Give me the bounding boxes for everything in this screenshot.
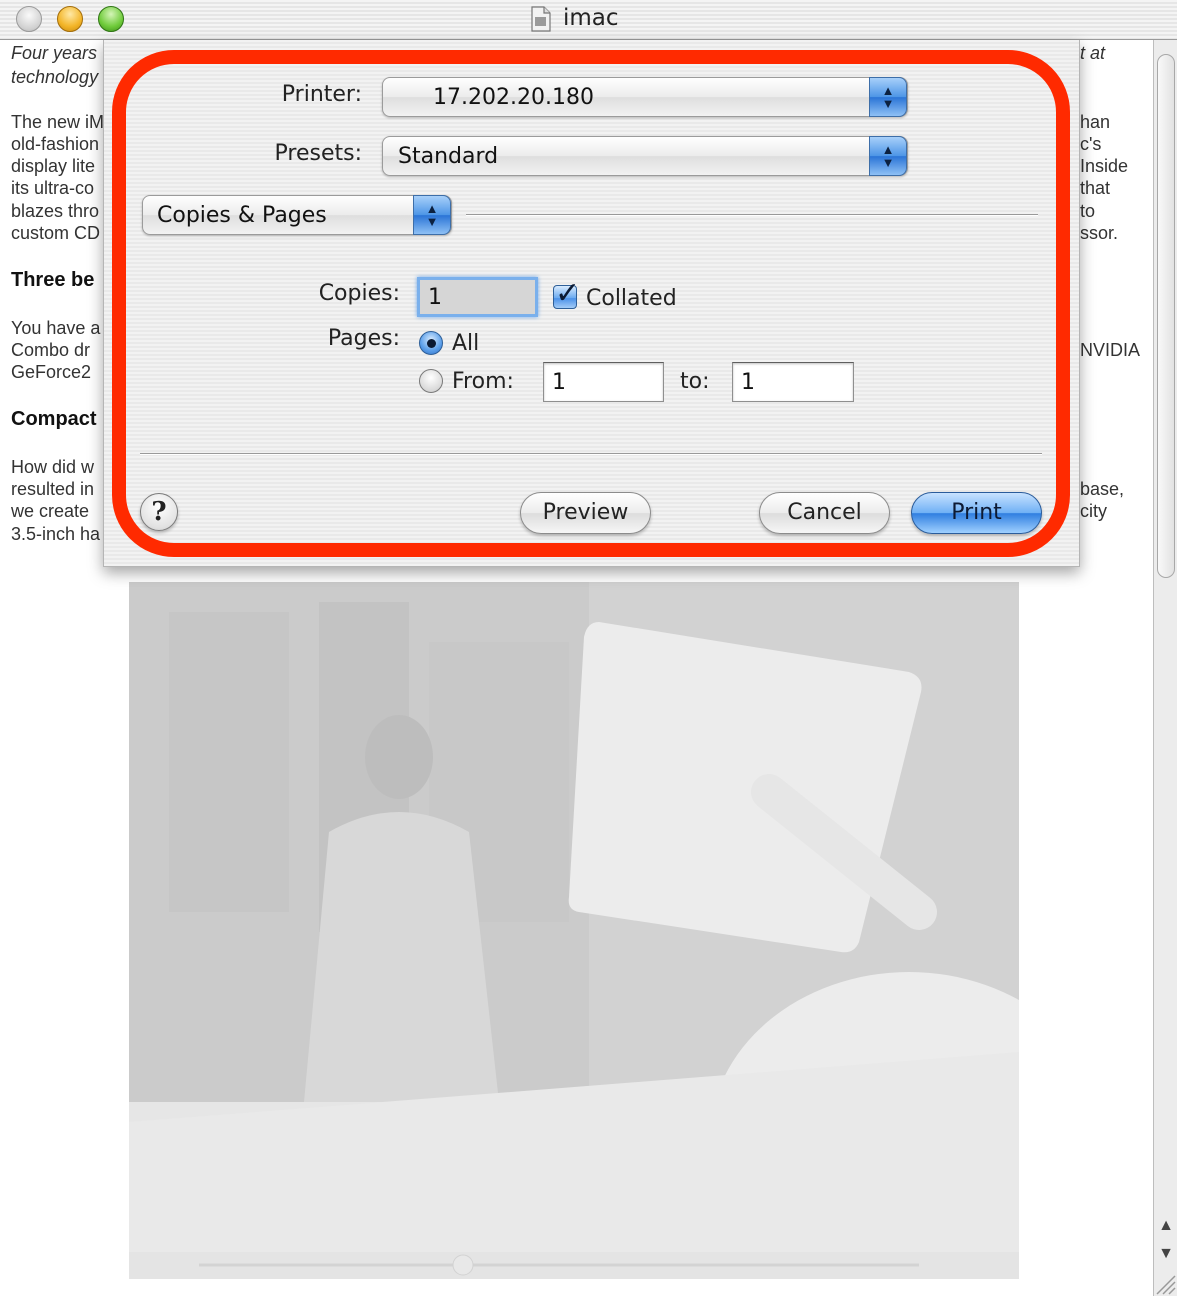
doc-heading: Compact	[11, 408, 97, 430]
to-page-field[interactable]	[732, 362, 854, 402]
collated-label: Collated	[586, 286, 677, 311]
cancel-button[interactable]: Cancel	[759, 492, 890, 534]
pane-popup[interactable]: Copies & Pages ▲ ▼	[142, 195, 452, 235]
print-button[interactable]: Print	[911, 492, 1042, 534]
printer-value: 17.202.20.180	[433, 85, 594, 110]
doc-line: ssor.	[1080, 223, 1119, 243]
doc-line: 3.5-inch ha	[11, 524, 101, 544]
doc-line: Inside	[1080, 156, 1129, 176]
window-title: imac	[563, 5, 619, 31]
help-button[interactable]: ?	[140, 493, 178, 531]
doc-line: resulted in	[11, 479, 95, 499]
pages-from-radio[interactable]	[419, 369, 443, 393]
popup-arrows-icon: ▲ ▼	[869, 77, 907, 117]
printer-popup[interactable]: 17.202.20.180 ▲ ▼	[382, 77, 908, 117]
doc-line: we create	[11, 501, 90, 521]
minimize-window-button[interactable]	[57, 6, 83, 32]
doc-line: technology	[11, 67, 99, 87]
imac-photo	[129, 582, 1019, 1279]
doc-heading: Three be	[11, 269, 95, 291]
scroll-thumb[interactable]	[1157, 54, 1175, 578]
pane-separator	[466, 214, 1038, 216]
doc-line: base,	[1080, 479, 1125, 499]
doc-line: t at	[1080, 43, 1106, 63]
printer-label: Printer:	[281, 82, 362, 107]
from-page-field[interactable]	[543, 362, 664, 402]
resize-grip-icon[interactable]	[1153, 1270, 1177, 1296]
doc-line: city	[1080, 501, 1107, 521]
presets-value: Standard	[398, 144, 499, 169]
doc-line: old-fashion	[11, 134, 100, 154]
scroll-up-arrow-icon[interactable]: ▲	[1154, 1212, 1177, 1240]
scroll-down-arrow-icon[interactable]: ▼	[1154, 1240, 1177, 1268]
doc-line: GeForce2	[11, 362, 92, 382]
zoom-window-button[interactable]	[98, 6, 124, 32]
pages-all-label: All	[452, 331, 480, 356]
doc-line: c's	[1080, 134, 1102, 154]
popup-arrows-icon: ▲ ▼	[869, 136, 907, 176]
pages-label: Pages:	[327, 326, 400, 351]
collated-checkbox[interactable]: ✓	[553, 276, 580, 311]
doc-line: display lite	[11, 156, 96, 176]
pane-value: Copies & Pages	[157, 203, 327, 228]
doc-line: custom CD	[11, 223, 101, 243]
pages-from-label: From:	[452, 369, 514, 394]
doc-line: Four years	[11, 43, 98, 63]
checkmark-icon: ✓	[555, 276, 581, 311]
presets-label: Presets:	[274, 141, 362, 166]
doc-line: NVIDIA	[1080, 340, 1141, 360]
pages-all-radio[interactable]	[419, 331, 443, 355]
doc-line: You have a	[11, 318, 101, 338]
popup-arrows-icon: ▲ ▼	[413, 195, 451, 235]
copies-label: Copies:	[318, 281, 400, 306]
doc-line: How did w	[11, 457, 95, 477]
copies-field[interactable]	[417, 277, 538, 317]
close-window-button[interactable]	[16, 6, 42, 32]
window-titlebar: imac	[0, 0, 1177, 40]
doc-line: The new iM	[11, 112, 105, 132]
doc-line: Combo dr	[11, 340, 91, 360]
document-icon	[531, 6, 551, 32]
doc-line: blazes thro	[11, 201, 100, 221]
doc-line: that	[1080, 178, 1111, 198]
pages-to-label: to:	[680, 369, 710, 394]
doc-line: to	[1080, 201, 1096, 221]
doc-line: its ultra-co	[11, 178, 95, 198]
bottom-separator	[140, 453, 1042, 455]
preview-button[interactable]: Preview	[520, 492, 651, 534]
doc-line: han	[1080, 112, 1111, 132]
vertical-scrollbar[interactable]: ▲ ▼	[1153, 40, 1177, 1296]
presets-popup[interactable]: Standard ▲ ▼	[382, 136, 908, 176]
